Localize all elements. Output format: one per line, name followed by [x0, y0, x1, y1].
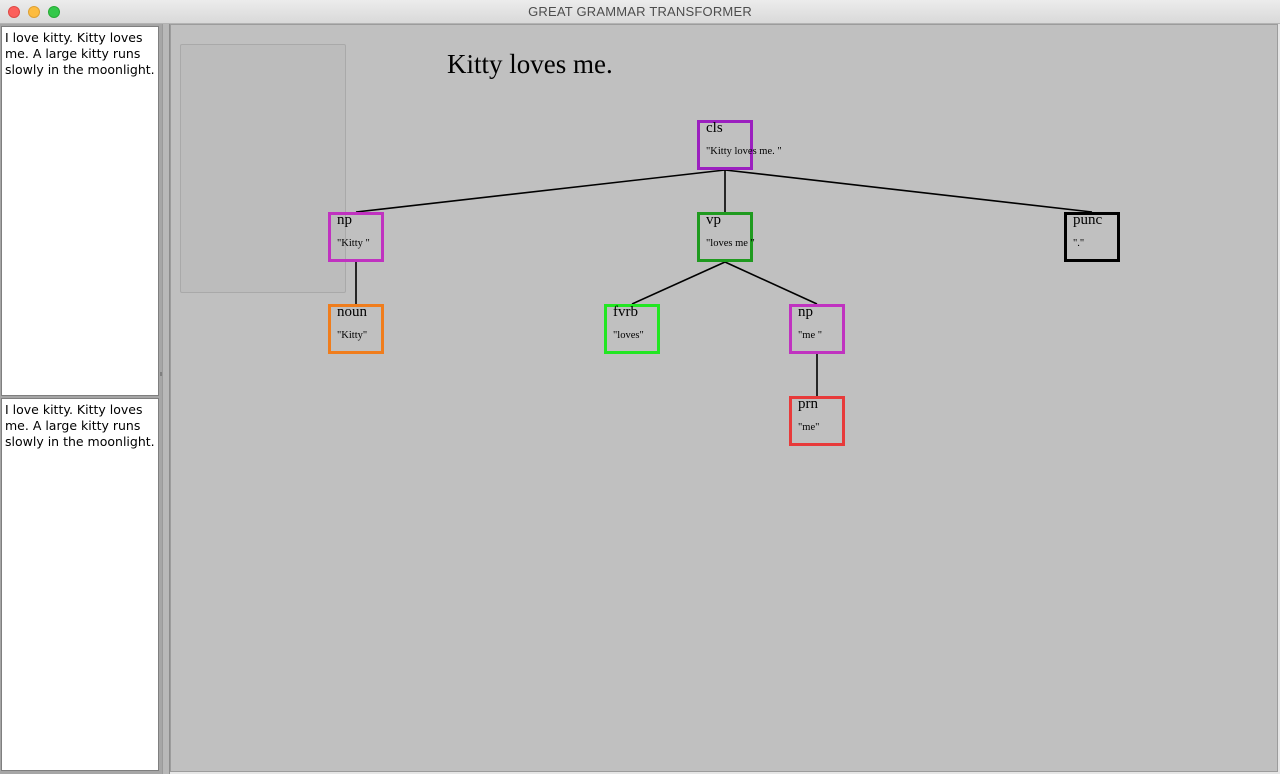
- node-label: punc: [1073, 212, 1103, 228]
- node-text: "me ": [798, 330, 823, 341]
- input-text-area[interactable]: I love kitty. Kitty loves me. A large ki…: [1, 26, 159, 396]
- node-text: "loves me ": [706, 238, 755, 249]
- node-label: vp: [706, 212, 721, 228]
- node-text: "Kitty loves me. ": [706, 146, 782, 157]
- tree-edge: [724, 261, 818, 305]
- title-bar: GREAT GRAMMAR TRANSFORMER: [0, 0, 1280, 24]
- node-label: noun: [337, 304, 367, 320]
- node-text: "Kitty ": [337, 238, 370, 249]
- node-label: prn: [798, 396, 818, 412]
- tree-edge: [355, 169, 726, 213]
- node-label: cls: [706, 120, 723, 136]
- tree-node-np-object[interactable]: np "me ": [789, 304, 845, 354]
- node-label: fvrb: [613, 304, 638, 320]
- tree-edge: [631, 261, 726, 305]
- tree-node-np[interactable]: np "Kitty ": [328, 212, 384, 262]
- node-label: np: [798, 304, 813, 320]
- node-text: "Kitty": [337, 330, 368, 341]
- app-window: GREAT GRAMMAR TRANSFORMER I love kitty. …: [0, 0, 1280, 774]
- window-title: GREAT GRAMMAR TRANSFORMER: [528, 4, 752, 19]
- node-label: np: [337, 212, 352, 228]
- tree-node-punc[interactable]: punc ".": [1064, 212, 1120, 262]
- node-text: "me": [798, 422, 820, 433]
- tree-node-cls[interactable]: cls "Kitty loves me. ": [697, 120, 782, 170]
- tree-edge: [724, 169, 1093, 213]
- node-text: ".": [1073, 238, 1085, 249]
- node-text: "loves": [613, 330, 644, 341]
- tree-node-fvrb[interactable]: fvrb "loves": [604, 304, 660, 354]
- tree-node-noun[interactable]: noun "Kitty": [328, 304, 384, 354]
- left-pane: I love kitty. Kitty loves me. A large ki…: [0, 24, 162, 774]
- tree-node-vp[interactable]: vp "loves me ": [697, 212, 755, 262]
- output-text-area[interactable]: I love kitty. Kitty loves me. A large ki…: [1, 398, 159, 771]
- tree-node-prn[interactable]: prn "me": [789, 396, 845, 446]
- tree-canvas[interactable]: Kitty loves me. cls "Kitty loves me. " n…: [170, 24, 1278, 772]
- vertical-splitter[interactable]: [162, 24, 170, 774]
